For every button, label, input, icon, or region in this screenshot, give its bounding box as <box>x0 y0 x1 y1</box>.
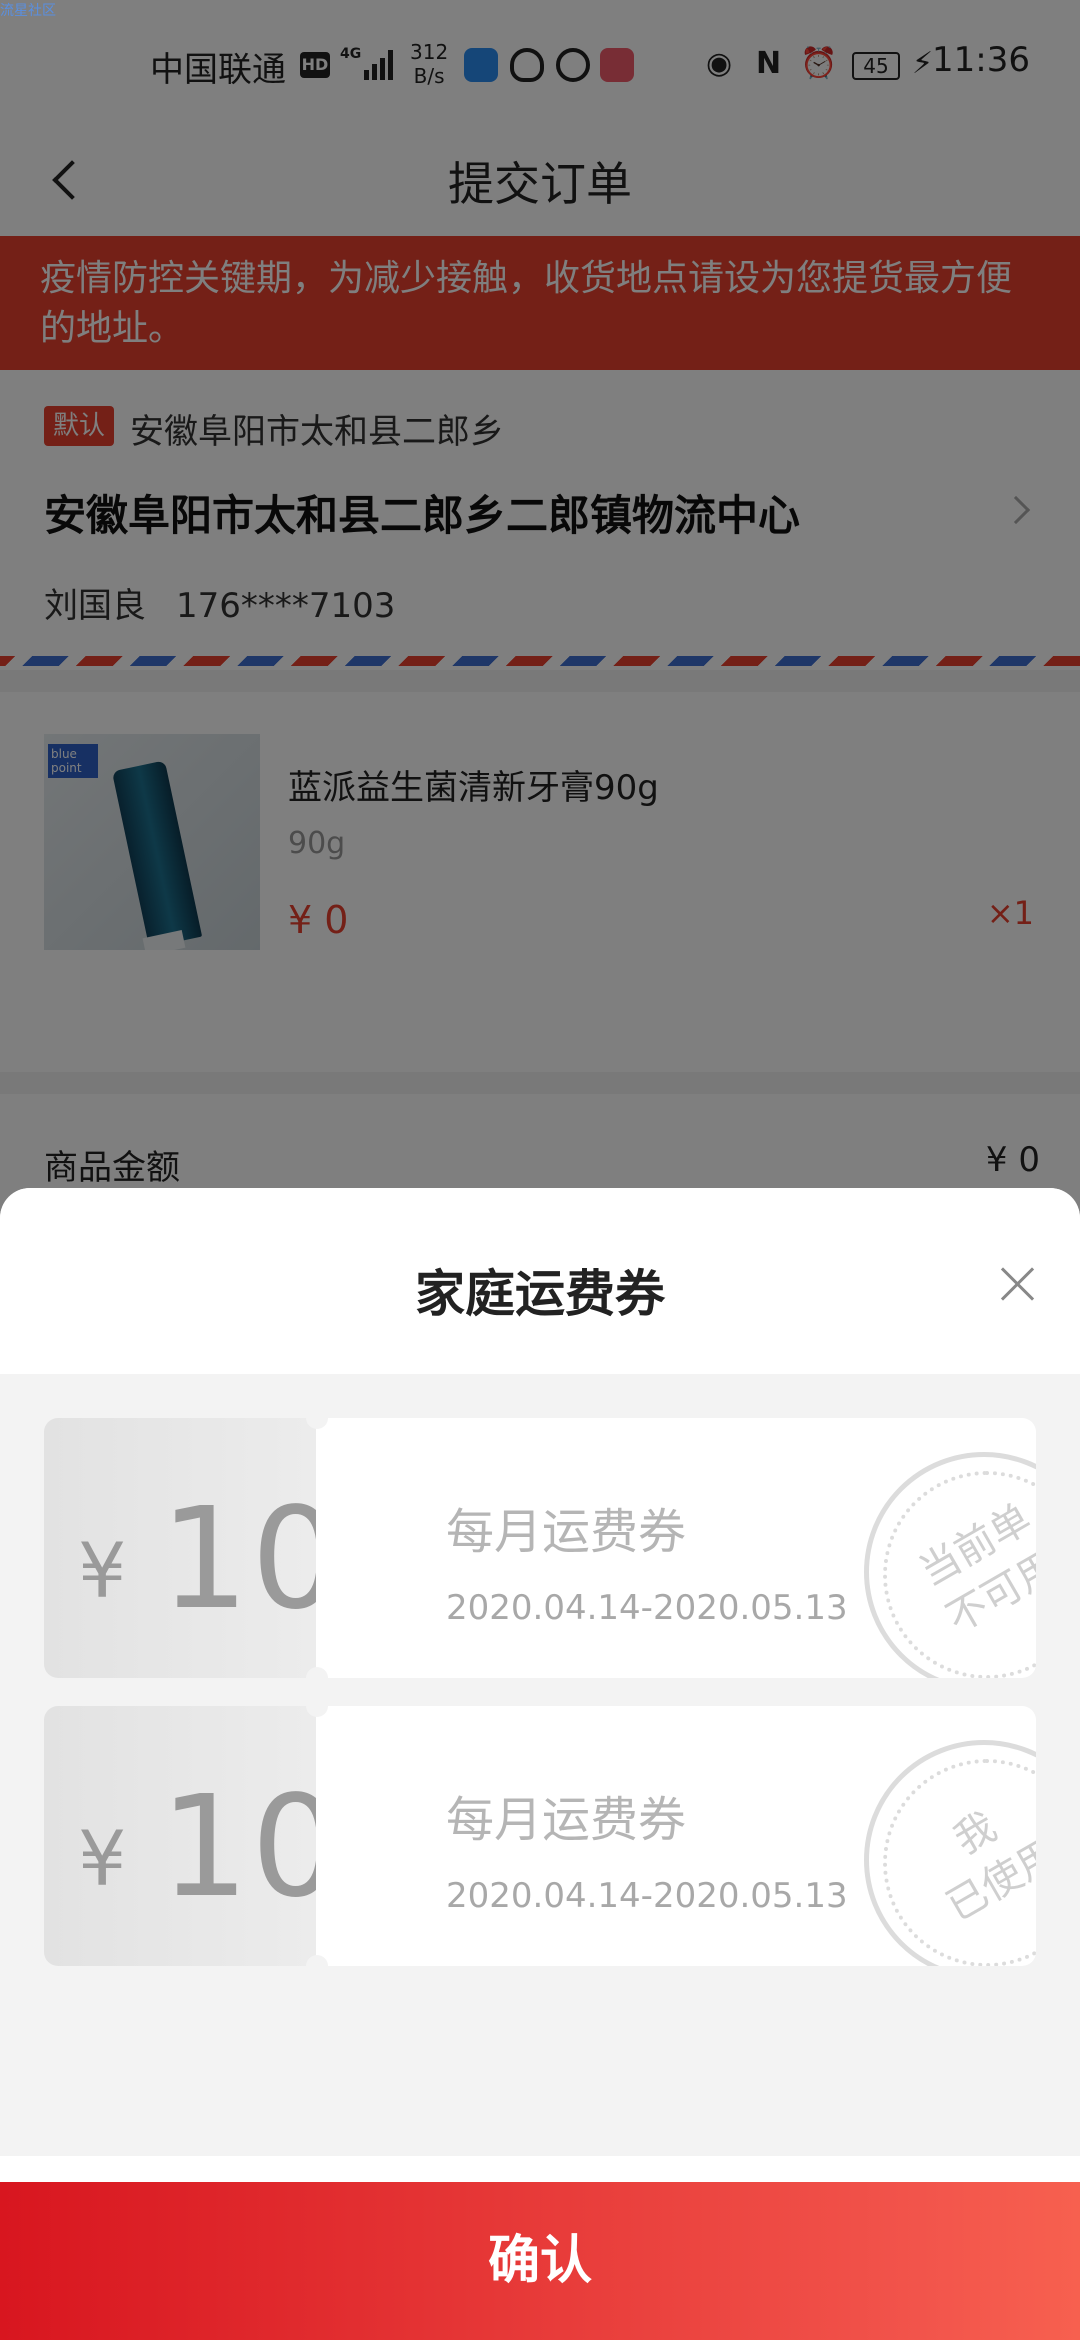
coupon-notch <box>306 1667 328 1689</box>
coupon-info-panel: 每月运费券 2020.04.14-2020.05.13 我 已使用 <box>316 1706 1036 1966</box>
coupon-validity: 2020.04.14-2020.05.13 <box>446 1876 848 1916</box>
coupon-value-panel: ¥ 10 <box>44 1706 316 1966</box>
confirm-button[interactable]: 确认 <box>0 2182 1080 2340</box>
coupon-notch <box>306 1955 328 1977</box>
watermark: 流星社区 <box>0 3 56 19</box>
order-screen: 流星社区 中国联通 HD 4G 312 B/s ◉ N ⏰ 45 ⚡ 11:36… <box>0 0 1080 2340</box>
coupon-amount: 10 <box>160 1766 316 1929</box>
stamp-text: 我 已使用 <box>939 1803 1036 1931</box>
shipping-coupon-sheet: 家庭运费券 ¥ 10 每月运费券 2020.04.14-2020.05.13 当… <box>0 1188 1080 2340</box>
unavailable-stamp-icon: 当前单 不可用 <box>864 1452 1036 1678</box>
coupon-currency: ¥ <box>78 1526 127 1615</box>
sheet-header: 家庭运费券 <box>0 1188 1080 1374</box>
coupon-currency: ¥ <box>78 1814 127 1903</box>
sheet-title: 家庭运费券 <box>415 1265 665 1323</box>
coupon-name: 每月运费券 <box>446 1504 687 1560</box>
coupon-info-panel: 每月运费券 2020.04.14-2020.05.13 当前单 不可用 <box>316 1418 1036 1678</box>
coupon-value-panel: ¥ 10 <box>44 1418 316 1678</box>
coupon-amount: 10 <box>160 1478 316 1641</box>
coupon-card[interactable]: ¥ 10 每月运费券 2020.04.14-2020.05.13 当前单 不可用 <box>44 1407 1036 1689</box>
coupon-notch <box>306 1695 328 1717</box>
coupon-name: 每月运费券 <box>446 1792 687 1848</box>
coupon-card[interactable]: ¥ 10 每月运费券 2020.04.14-2020.05.13 我 已使用 <box>44 1695 1036 1977</box>
coupon-validity: 2020.04.14-2020.05.13 <box>446 1588 848 1628</box>
used-stamp-icon: 我 已使用 <box>864 1740 1036 1966</box>
stamp-text: 当前单 不可用 <box>912 1495 1036 1643</box>
close-icon[interactable] <box>1000 1266 1036 1302</box>
coupon-notch <box>306 1407 328 1429</box>
